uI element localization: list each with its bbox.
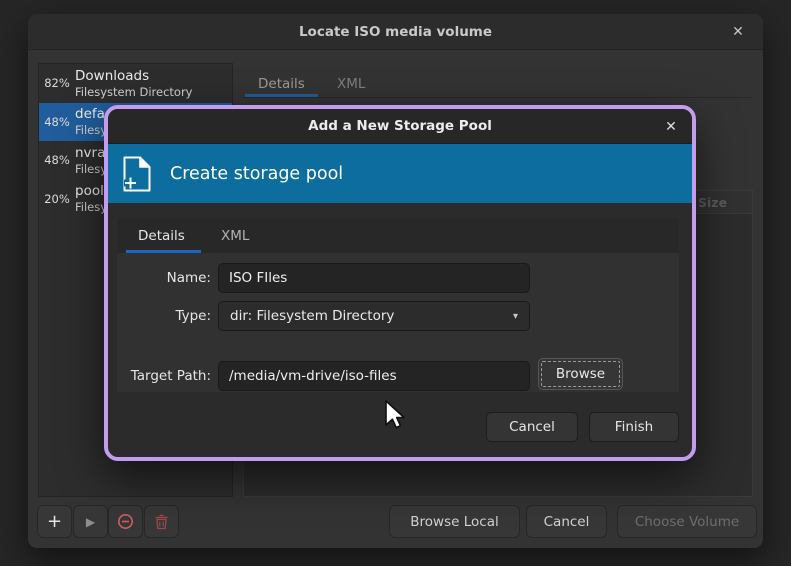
delete-pool-button[interactable] (144, 505, 179, 538)
choose-volume-button: Choose Volume (617, 505, 757, 538)
dialog-banner: Create storage pool (108, 144, 692, 203)
name-field[interactable] (218, 263, 530, 293)
pool-usage: 20% (44, 192, 70, 206)
browse-button[interactable]: Browse (538, 358, 623, 390)
type-dropdown-value: dir: Filesystem Directory (219, 308, 394, 324)
tab-xml[interactable]: XML (337, 76, 365, 92)
banner-text: Create storage pool (170, 164, 343, 184)
window-cancel-button[interactable]: Cancel (526, 505, 607, 538)
dialog-tab-details[interactable]: Details (138, 228, 185, 244)
target-path-label: Target Path: (117, 368, 211, 384)
dialog-title: Add a New Storage Pool (308, 118, 492, 134)
stop-pool-button[interactable] (108, 505, 143, 538)
tab-separator (243, 97, 753, 98)
trash-icon (154, 514, 169, 530)
dialog-tab-xml[interactable]: XML (221, 228, 249, 244)
play-icon: ▶ (86, 515, 95, 529)
dialog-form: Name: Type: dir: Filesystem Directory ▾ … (117, 253, 679, 392)
dialog-finish-button[interactable]: Finish (589, 412, 679, 442)
pool-name: Downloads (75, 68, 232, 85)
browse-local-button[interactable]: Browse Local (389, 505, 520, 538)
stop-circle-icon (117, 513, 134, 530)
add-storage-pool-dialog: Add a New Storage Pool ✕ Create storage … (104, 105, 696, 461)
close-icon[interactable]: ✕ (723, 14, 753, 50)
dialog-notebook: Details XML Name: Type: dir: Filesystem … (117, 218, 679, 392)
target-path-field[interactable] (218, 361, 530, 391)
window-title: Locate ISO media volume (299, 24, 492, 40)
window-titlebar: Locate ISO media volume ✕ (28, 14, 763, 50)
pool-row[interactable]: 82% DownloadsFilesystem Directory (39, 64, 232, 103)
add-pool-button[interactable]: + (37, 505, 72, 538)
close-icon[interactable]: ✕ (656, 109, 686, 144)
pool-usage: 48% (44, 115, 70, 129)
size-column-header: Size (698, 195, 727, 210)
chevron-down-icon: ▾ (513, 311, 518, 322)
dialog-titlebar: Add a New Storage Pool ✕ (108, 109, 692, 144)
pool-usage: 48% (44, 153, 70, 167)
plus-icon: + (47, 511, 62, 532)
name-label: Name: (117, 270, 211, 286)
new-file-icon (121, 155, 153, 193)
dialog-tabbar: Details XML (117, 218, 679, 253)
pool-type: Filesystem Directory (75, 85, 232, 99)
dialog-cancel-button[interactable]: Cancel (486, 412, 578, 442)
type-label: Type: (117, 308, 211, 324)
type-dropdown[interactable]: dir: Filesystem Directory ▾ (218, 301, 530, 331)
start-pool-button[interactable]: ▶ (73, 505, 108, 538)
tab-details[interactable]: Details (258, 76, 305, 92)
pool-usage: 82% (44, 76, 70, 90)
